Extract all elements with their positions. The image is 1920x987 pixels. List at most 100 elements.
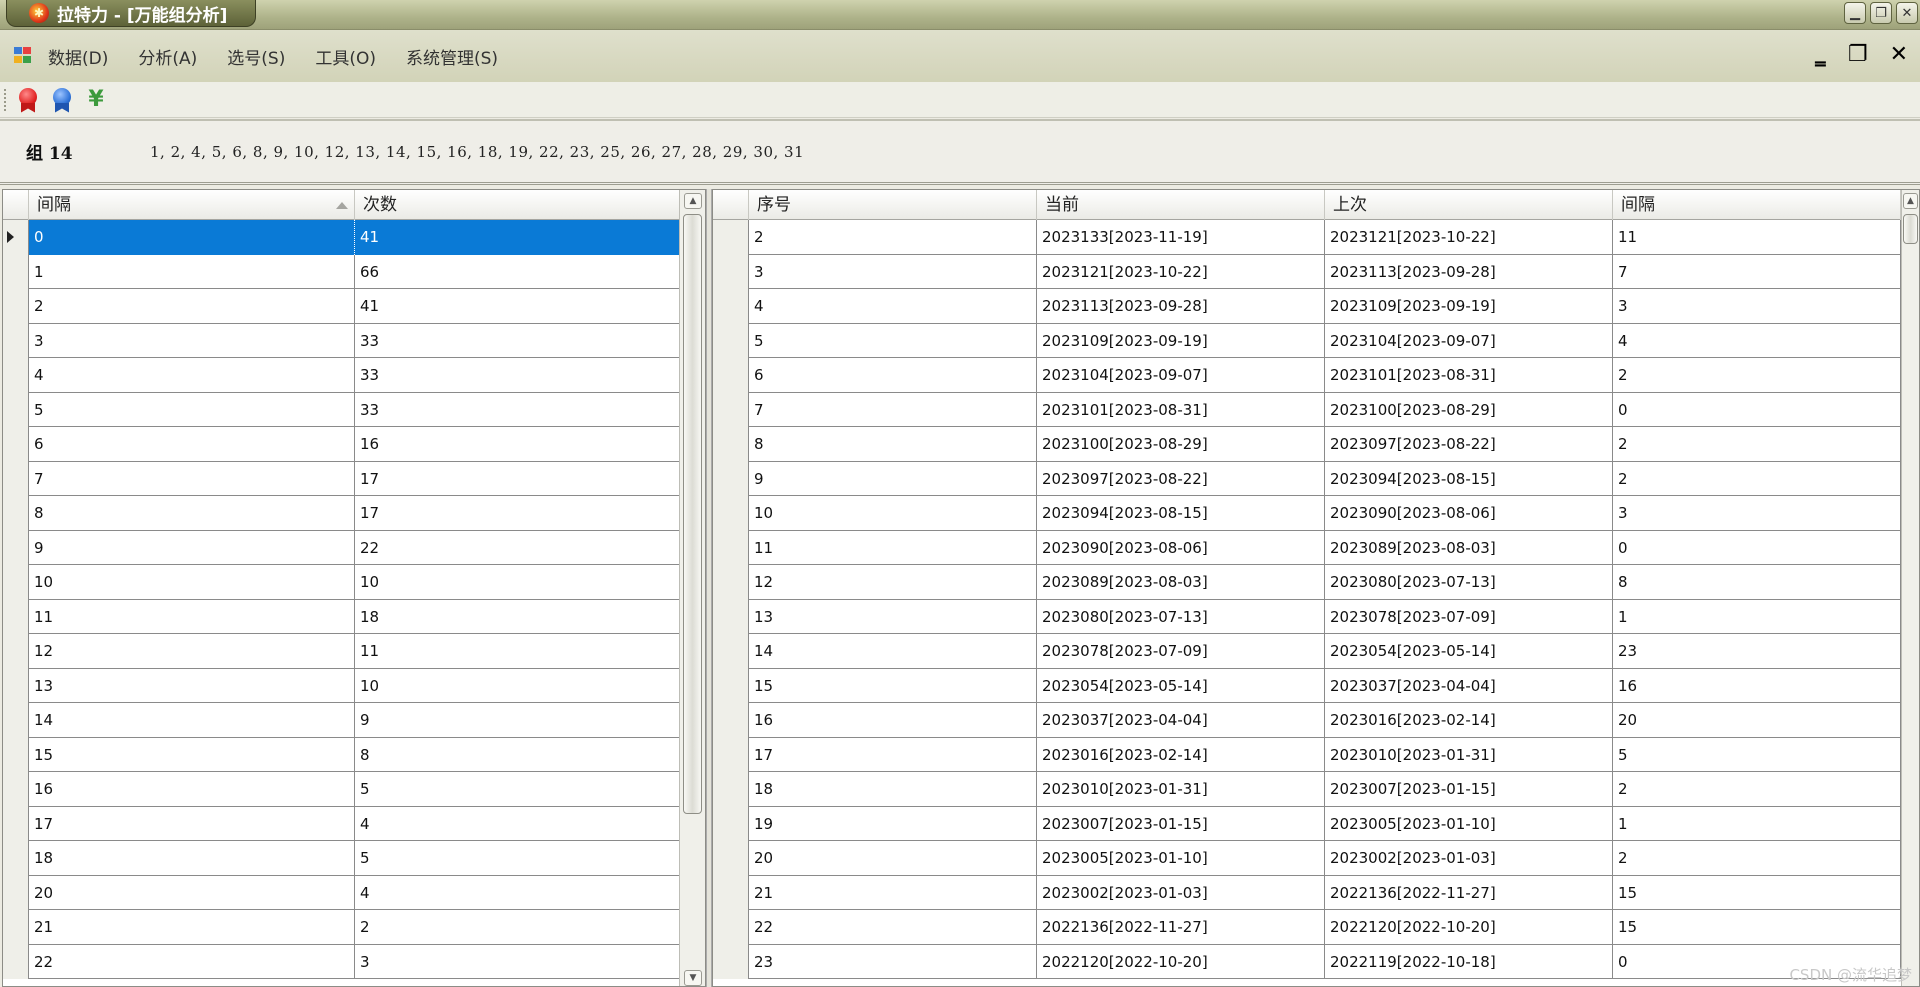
cell-count[interactable]: 10: [355, 668, 681, 703]
mdi-minimize-icon[interactable]: ‗: [1815, 42, 1826, 67]
cell-serial[interactable]: 5: [749, 323, 1037, 358]
table-row[interactable]: 3 2023121[2023-10-22] 2023113[2023-09-28] 7: [713, 254, 1901, 289]
table-row[interactable]: 1 66: [3, 254, 681, 289]
cell-current[interactable]: 2023097[2023-08-22]: [1037, 461, 1325, 496]
cell-interval[interactable]: 3: [1613, 289, 1901, 324]
interval-count-grid[interactable]: 间隔 次数 0 41 1 66 2 41 3 33 4 33 5 33 6 16 7 17 8 17 9 22 10 10…: [2, 189, 706, 987]
cell-count[interactable]: 17: [355, 496, 681, 531]
table-row[interactable]: 4 2023113[2023-09-28] 2023109[2023-09-19] 3: [713, 289, 1901, 324]
row-header[interactable]: [3, 599, 29, 634]
cell-interval[interactable]: 1: [29, 254, 355, 289]
toolbar-grip[interactable]: [4, 88, 7, 111]
cell-interval[interactable]: 18: [29, 841, 355, 876]
cell-previous[interactable]: 2023121[2023-10-22]: [1325, 220, 1613, 255]
mdi-window-icon[interactable]: [14, 47, 32, 65]
table-row[interactable]: 7 2023101[2023-08-31] 2023100[2023-08-29] 0: [713, 392, 1901, 427]
cell-previous[interactable]: 2022136[2022-11-27]: [1325, 875, 1613, 910]
table-row[interactable]: 3 33: [3, 323, 681, 358]
cell-current[interactable]: 2023133[2023-11-19]: [1037, 220, 1325, 255]
minimize-icon[interactable]: ▁: [1844, 2, 1866, 24]
row-header[interactable]: [713, 220, 749, 255]
table-row[interactable]: 0 41: [3, 220, 681, 255]
column-header-interval[interactable]: 间隔: [1613, 190, 1901, 220]
cell-current[interactable]: 2022120[2022-10-20]: [1037, 944, 1325, 979]
cell-interval[interactable]: 20: [29, 875, 355, 910]
column-header-previous[interactable]: 上次: [1325, 190, 1613, 220]
restore-icon[interactable]: ❐: [1870, 2, 1892, 24]
row-header[interactable]: [3, 703, 29, 738]
table-row[interactable]: 6 16: [3, 427, 681, 462]
row-header[interactable]: [3, 737, 29, 772]
table-row[interactable]: 11 18: [3, 599, 681, 634]
cell-current[interactable]: 2023080[2023-07-13]: [1037, 599, 1325, 634]
row-header[interactable]: [3, 530, 29, 565]
cell-count[interactable]: 5: [355, 772, 681, 807]
column-header-current[interactable]: 当前: [1037, 190, 1325, 220]
table-row[interactable]: 14 2023078[2023-07-09] 2023054[2023-05-14]…: [713, 634, 1901, 669]
cell-previous[interactable]: 2023037[2023-04-04]: [1325, 668, 1613, 703]
table-row[interactable]: 22 2022136[2022-11-27] 2022120[2022-10-20]…: [713, 910, 1901, 945]
row-header[interactable]: [713, 668, 749, 703]
scroll-up-arrow-icon[interactable]: ▲: [684, 193, 702, 209]
mdi-restore-icon[interactable]: ❐: [1848, 42, 1868, 67]
cell-serial[interactable]: 23: [749, 944, 1037, 979]
table-row[interactable]: 13 10: [3, 668, 681, 703]
table-row[interactable]: 17 4: [3, 806, 681, 841]
cell-serial[interactable]: 13: [749, 599, 1037, 634]
cell-interval[interactable]: 2: [1613, 427, 1901, 462]
cell-count[interactable]: 17: [355, 461, 681, 496]
title-bar[interactable]: ✱ 拉特力 - [万能组分析] ▁ ❐ ✕: [0, 0, 1920, 30]
table-row[interactable]: 13 2023080[2023-07-13] 2023078[2023-07-09]…: [713, 599, 1901, 634]
cell-interval[interactable]: 15: [1613, 875, 1901, 910]
scroll-thumb[interactable]: [1903, 214, 1918, 244]
cell-current[interactable]: 2023094[2023-08-15]: [1037, 496, 1325, 531]
cell-count[interactable]: 11: [355, 634, 681, 669]
cell-interval[interactable]: 9: [29, 530, 355, 565]
row-header[interactable]: [713, 772, 749, 807]
table-row[interactable]: 20 4: [3, 875, 681, 910]
cell-previous[interactable]: 2023010[2023-01-31]: [1325, 737, 1613, 772]
table-row[interactable]: 18 5: [3, 841, 681, 876]
cell-count[interactable]: 2: [355, 910, 681, 945]
table-row[interactable]: 2 2023133[2023-11-19] 2023121[2023-10-22] 1…: [713, 220, 1901, 255]
cell-serial[interactable]: 9: [749, 461, 1037, 496]
cell-current[interactable]: 2023113[2023-09-28]: [1037, 289, 1325, 324]
menu-analysis[interactable]: 分析(A): [138, 44, 197, 69]
cell-previous[interactable]: 2023007[2023-01-15]: [1325, 772, 1613, 807]
row-header[interactable]: [713, 944, 749, 979]
table-row[interactable]: 23 2022120[2022-10-20] 2022119[2022-10-18]…: [713, 944, 1901, 979]
row-header[interactable]: [713, 565, 749, 600]
row-header[interactable]: [3, 496, 29, 531]
cell-interval[interactable]: 21: [29, 910, 355, 945]
cell-serial[interactable]: 15: [749, 668, 1037, 703]
cell-serial[interactable]: 8: [749, 427, 1037, 462]
cell-current[interactable]: 2023007[2023-01-15]: [1037, 806, 1325, 841]
cell-count[interactable]: 16: [355, 427, 681, 462]
cell-serial[interactable]: 10: [749, 496, 1037, 531]
row-header[interactable]: [713, 358, 749, 393]
cell-previous[interactable]: 2023090[2023-08-06]: [1325, 496, 1613, 531]
row-header[interactable]: [3, 875, 29, 910]
cell-interval[interactable]: 2: [1613, 461, 1901, 496]
row-header[interactable]: [3, 944, 29, 979]
cell-previous[interactable]: 2023016[2023-02-14]: [1325, 703, 1613, 738]
left-grid-scrollbar[interactable]: ▲ ▼: [679, 190, 705, 986]
yen-button[interactable]: ¥: [83, 86, 109, 114]
cell-previous[interactable]: 2023113[2023-09-28]: [1325, 254, 1613, 289]
row-header[interactable]: [3, 254, 29, 289]
red-ribbon-medal-button[interactable]: [15, 86, 41, 114]
row-header[interactable]: [3, 806, 29, 841]
cell-current[interactable]: 2023090[2023-08-06]: [1037, 530, 1325, 565]
row-header[interactable]: [3, 668, 29, 703]
cell-interval[interactable]: 16: [29, 772, 355, 807]
row-header[interactable]: [713, 599, 749, 634]
cell-interval[interactable]: 11: [29, 599, 355, 634]
cell-current[interactable]: 2023109[2023-09-19]: [1037, 323, 1325, 358]
cell-previous[interactable]: 2023078[2023-07-09]: [1325, 599, 1613, 634]
cell-count[interactable]: 10: [355, 565, 681, 600]
cell-interval[interactable]: 8: [1613, 565, 1901, 600]
blue-ribbon-medal-button[interactable]: [49, 86, 75, 114]
row-header[interactable]: [713, 496, 749, 531]
cell-current[interactable]: 2022136[2022-11-27]: [1037, 910, 1325, 945]
cell-serial[interactable]: 12: [749, 565, 1037, 600]
